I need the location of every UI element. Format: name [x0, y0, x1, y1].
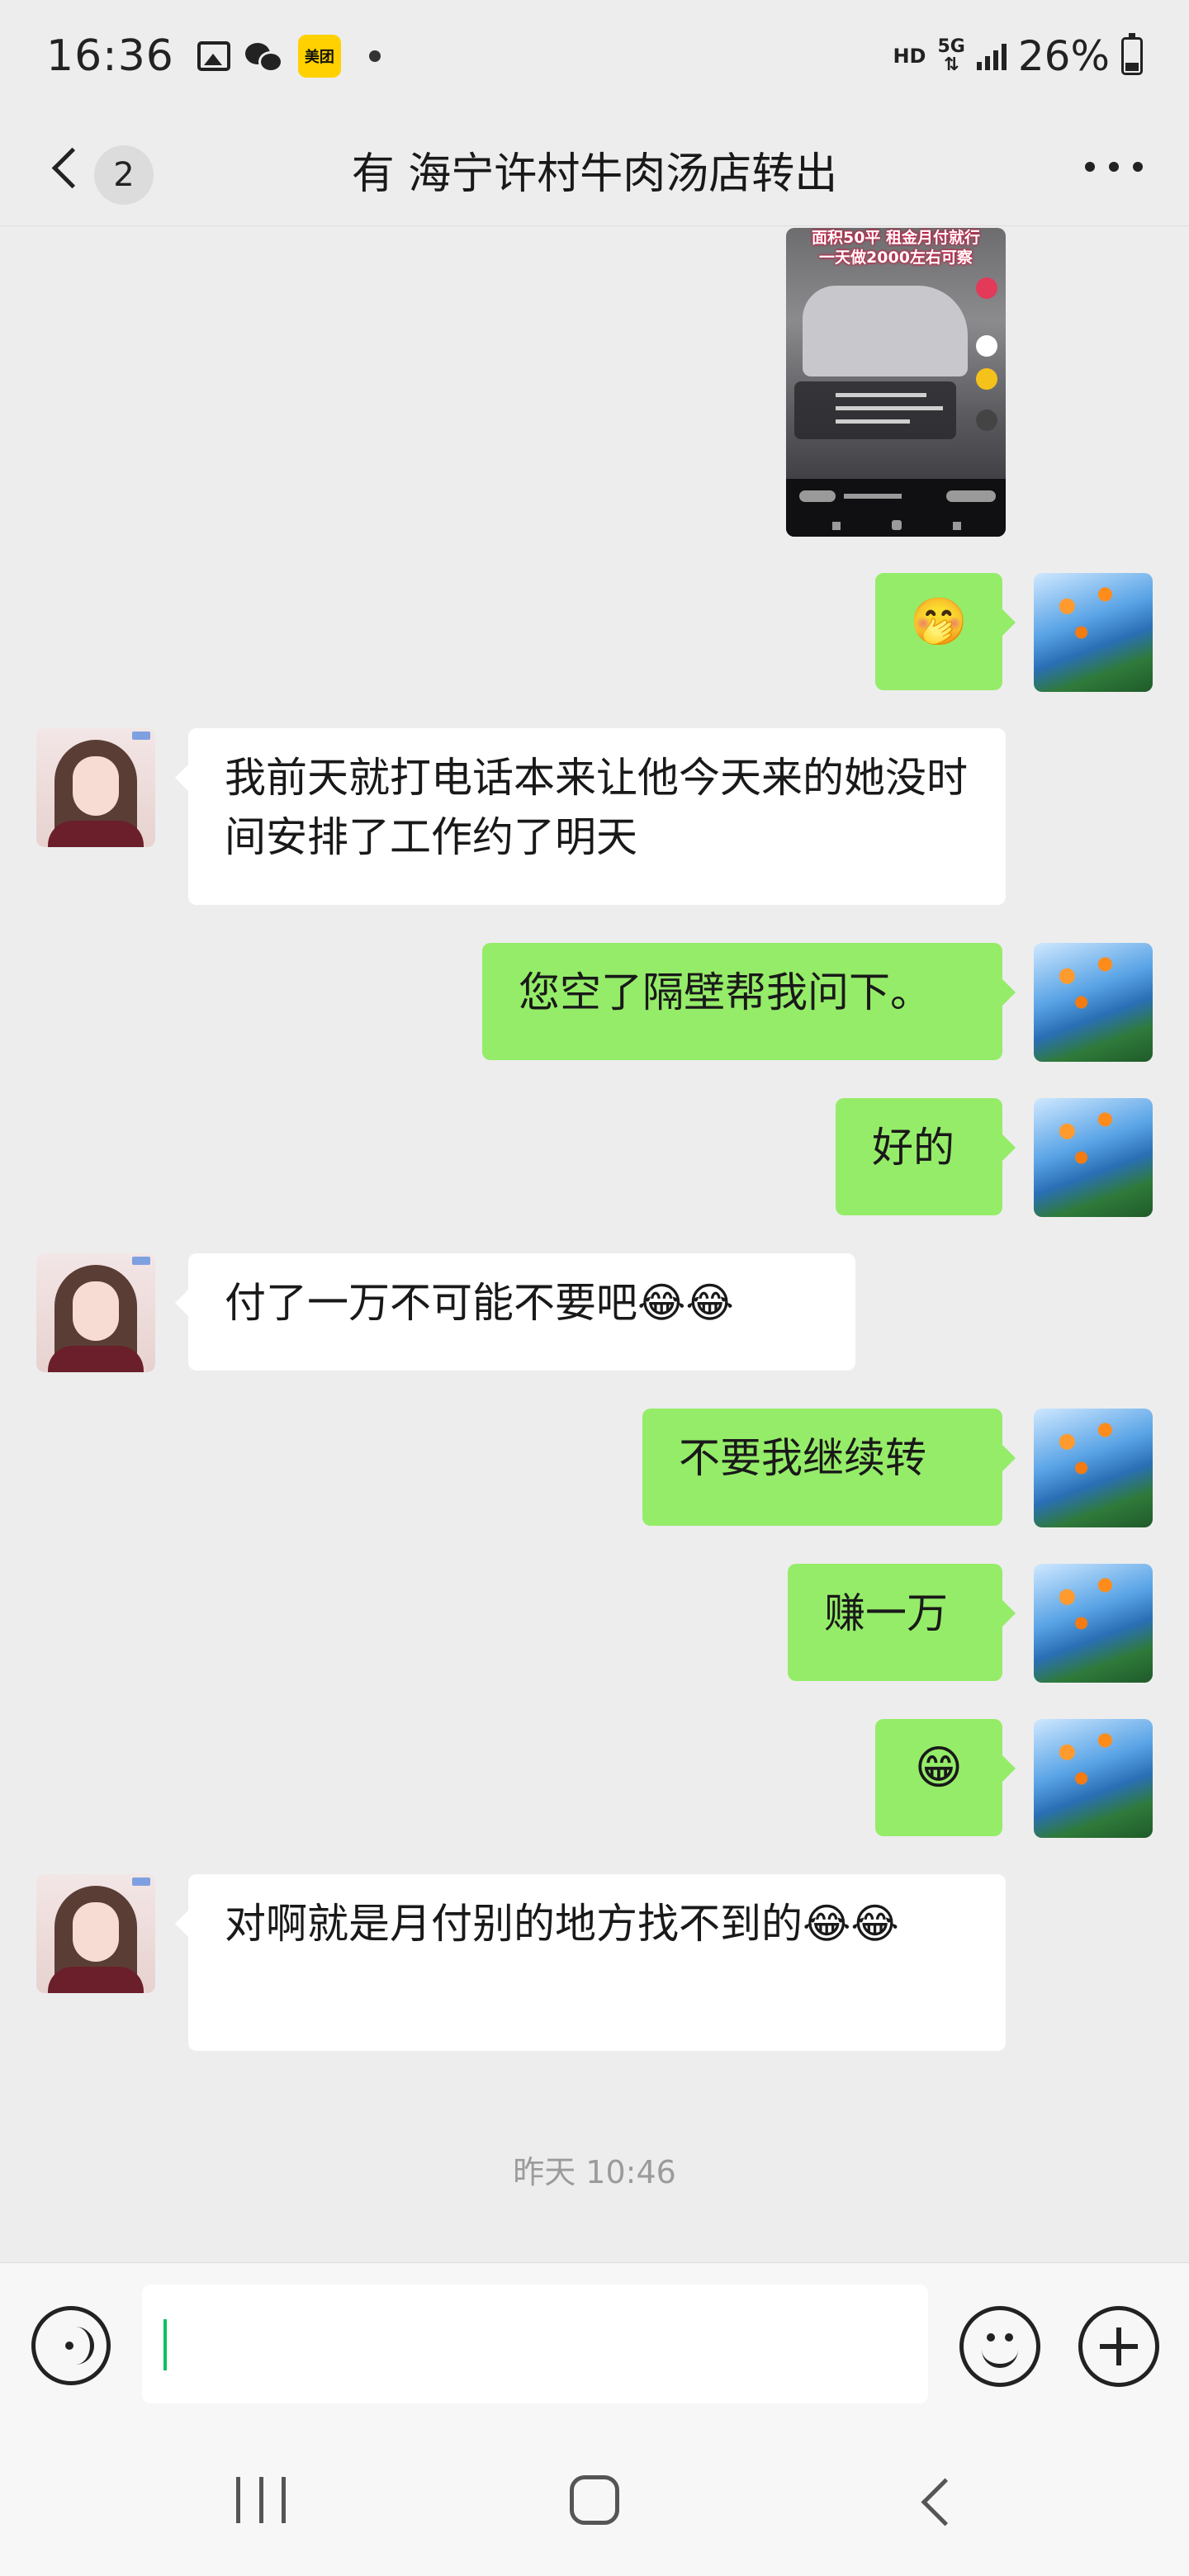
gallery-notification-icon — [197, 41, 230, 71]
text-cursor — [163, 2319, 167, 2370]
video-message-thumbnail[interactable]: 面积50平 租金月付就行 一天做2000左右可察 — [786, 228, 1006, 537]
message-bubble[interactable]: 好的 — [836, 1098, 1016, 1215]
status-system-icons: HD 5G ⇅ 26% — [893, 32, 1143, 80]
chat-input-bar — [0, 2262, 1189, 2427]
network-type: 5G ⇅ — [937, 36, 965, 75]
video-bottom-bar — [786, 479, 1006, 537]
message-bubble[interactable]: 我前天就打电话本来让他今天来的她没时间安排了工作约了明天 — [175, 728, 1006, 905]
message-bubble[interactable]: 付了一万不可能不要吧😂😂 — [175, 1253, 855, 1371]
signal-icon — [976, 42, 1007, 70]
self-avatar[interactable] — [1034, 1564, 1153, 1683]
contact-avatar[interactable] — [36, 1253, 155, 1372]
home-icon[interactable] — [570, 2475, 619, 2525]
self-avatar[interactable] — [1034, 943, 1153, 1062]
status-time: 16:36 — [46, 31, 174, 81]
self-avatar[interactable] — [1034, 1409, 1153, 1527]
status-notification-icons: 美团 — [197, 35, 381, 78]
battery-percent: 26% — [1017, 32, 1110, 80]
voice-icon[interactable] — [31, 2306, 111, 2385]
chat-timestamp: 昨天 10:46 — [513, 2154, 676, 2190]
wechat-notification-icon — [244, 40, 283, 73]
message-bubble[interactable]: 对啊就是月付别的地方找不到的😂😂 — [175, 1874, 1006, 2051]
self-avatar[interactable] — [1034, 1719, 1153, 1838]
video-frame-car — [803, 286, 968, 376]
plus-icon[interactable] — [1078, 2306, 1159, 2387]
video-info-card — [794, 381, 956, 439]
unread-count-badge[interactable]: 2 — [94, 145, 154, 205]
video-caption: 面积50平 租金月付就行 一天做2000左右可察 — [811, 229, 981, 267]
system-navigation-bar — [0, 2427, 1189, 2576]
self-avatar[interactable] — [1034, 573, 1153, 692]
system-back-icon[interactable] — [915, 2479, 956, 2525]
back-chevron-icon[interactable] — [48, 150, 79, 182]
more-dots-icon[interactable] — [1085, 162, 1143, 177]
message-bubble[interactable]: 🤭 — [875, 573, 1016, 690]
contact-avatar[interactable] — [36, 728, 155, 847]
recent-apps-icon[interactable] — [236, 2477, 286, 2523]
hd-voice-label: HD — [893, 45, 926, 68]
status-bar: 16:36 美团 HD 5G ⇅ 26% — [0, 0, 1189, 112]
meituan-notification-icon: 美团 — [297, 35, 341, 78]
message-input[interactable] — [142, 2285, 928, 2403]
message-bubble[interactable]: 您空了隔壁帮我问下。 — [482, 943, 1016, 1060]
contact-avatar[interactable] — [36, 1874, 155, 1993]
message-bubble[interactable]: 😁 — [875, 1719, 1016, 1836]
battery-icon — [1121, 33, 1143, 75]
more-notifications-dot-icon — [368, 50, 381, 62]
self-avatar[interactable] — [1034, 1098, 1153, 1217]
message-bubble[interactable]: 赚一万 — [788, 1564, 1016, 1681]
chat-header: 2 有 海宁许村牛肉汤店转出 — [0, 112, 1189, 226]
chat-title: 有 海宁许村牛肉汤店转出 — [351, 149, 838, 199]
message-bubble[interactable]: 不要我继续转 — [642, 1409, 1016, 1526]
emoji-icon[interactable] — [959, 2306, 1040, 2387]
